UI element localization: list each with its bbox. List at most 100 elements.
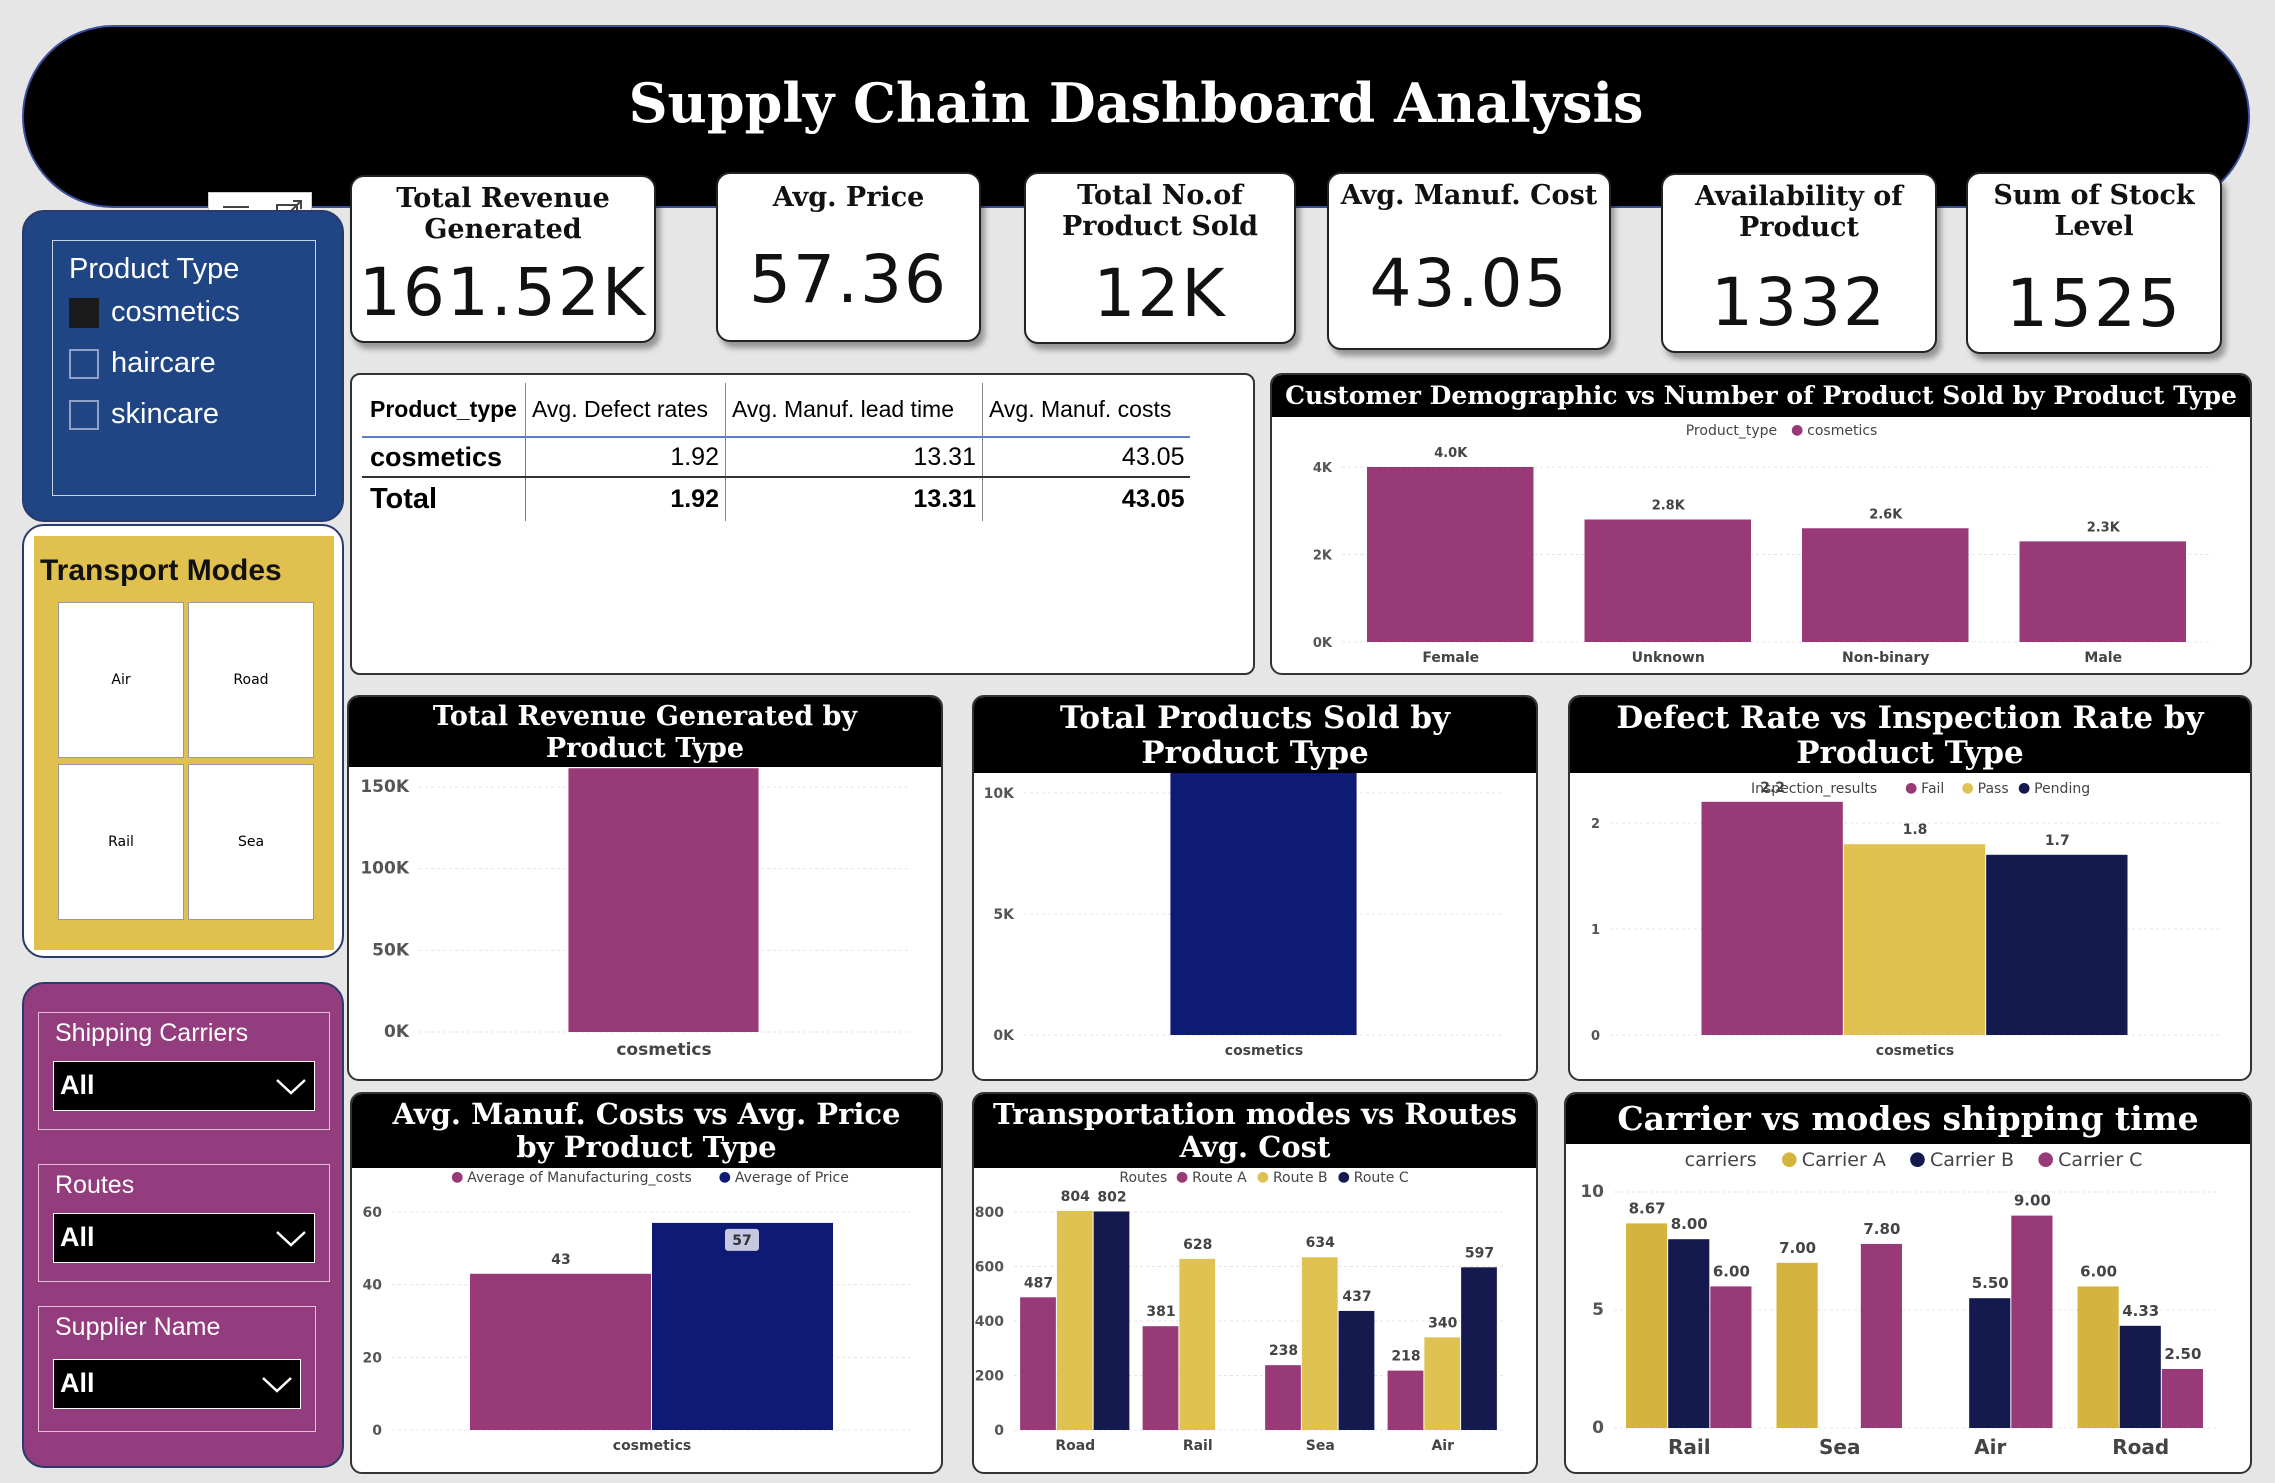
data-label: 9.00: [2014, 1192, 2051, 1210]
kpi-avg-price: Avg. Price 57.36: [716, 172, 981, 342]
data-label: 8.67: [1629, 1199, 1666, 1217]
y-tick-label: 600: [975, 1260, 1004, 1276]
data-label: 5.50: [1972, 1274, 2009, 1292]
data-label: 1.8: [1903, 822, 1928, 838]
legend-entry: Carrier B: [1930, 1149, 2014, 1171]
slicer-item-skincare[interactable]: skincare: [69, 398, 315, 431]
y-tick-label: 5K: [993, 907, 1015, 923]
tile-rail[interactable]: Rail: [58, 764, 184, 920]
legend-marker: [1905, 782, 1917, 794]
x-category-label: cosmetics: [613, 1438, 691, 1454]
tile-label: Air: [111, 672, 131, 688]
chart-bar: [1584, 519, 1751, 642]
supplier-name-dropdown[interactable]: All: [53, 1359, 301, 1409]
legend-marker: [1338, 1171, 1350, 1183]
dropdown-value: All: [60, 1368, 95, 1398]
chart-bar: [1710, 1286, 1752, 1428]
legend-entry: Average of Manufacturing_costs: [467, 1170, 692, 1186]
kpi-label: Avg. Manuf. Cost: [1340, 180, 1598, 211]
data-label: 2.2: [1760, 780, 1785, 796]
slicer-item-cosmetics[interactable]: cosmetics: [69, 296, 315, 329]
tile-label: Rail: [108, 834, 134, 850]
table-header[interactable]: Avg. Manuf. lead time: [725, 383, 983, 437]
data-label: 43: [551, 1252, 570, 1268]
x-category-label: cosmetics: [1225, 1043, 1303, 1059]
y-tick-label: 150K: [360, 777, 409, 797]
y-tick-label: 20: [363, 1350, 383, 1366]
slicer-item-label: haircare: [111, 347, 216, 379]
chart-bar: [1387, 1370, 1424, 1430]
kpi-label: Total No.of Product Sold: [1061, 180, 1258, 242]
chart-title: Carrier vs modes shipping time: [1566, 1094, 2250, 1144]
y-tick-label: 200: [975, 1369, 1004, 1385]
table-header[interactable]: Avg. Manuf. costs: [982, 383, 1191, 438]
legend-entry: cosmetics: [1807, 423, 1877, 439]
tile-road[interactable]: Road: [188, 602, 314, 758]
x-category-label: Rail: [1183, 1438, 1213, 1454]
chart-bar: [1301, 1257, 1338, 1430]
legend-marker: [1782, 1152, 1797, 1167]
data-label: 1.7: [2045, 833, 2070, 849]
y-tick-label: 100K: [360, 859, 409, 879]
chart-bar: [1170, 773, 1357, 1035]
x-category-label: Male: [2084, 650, 2122, 666]
x-category-label: Air: [1974, 1435, 2006, 1459]
x-category-label: Air: [1431, 1438, 1454, 1454]
x-category-label: Road: [2112, 1435, 2169, 1459]
demographic-chart: 0K 2K 4K Product_type cosmetics 4.0K Female 2.8…: [1313, 423, 2212, 666]
checkbox-checked-icon[interactable]: [69, 297, 99, 328]
table-cell: 13.31: [725, 436, 983, 477]
shipping-carriers-dropdown[interactable]: All: [53, 1061, 315, 1111]
legend-entry: Route A: [1192, 1170, 1247, 1186]
routes-dropdown[interactable]: All: [53, 1213, 315, 1263]
filter-label: Shipping Carriers: [55, 1019, 249, 1047]
y-tick-label: 0K: [384, 1022, 410, 1042]
data-label: 2.3K: [2087, 520, 2121, 535]
chart-bar: [1424, 1337, 1461, 1430]
chart-bar: [1142, 1326, 1179, 1430]
defect-rate-chart-card: Defect Rate vs Inspection Rate by Produc…: [1568, 695, 2252, 1081]
filter-label: Supplier Name: [55, 1313, 221, 1341]
carrier-shipping-chart: 0 5 10 carriers Carrier A Carrier B Carrier C 8…: [1580, 1149, 2216, 1459]
chart-bar: [568, 768, 759, 1032]
tile-air[interactable]: Air: [58, 602, 184, 758]
checkbox-icon[interactable]: [69, 399, 99, 430]
table-header[interactable]: Avg. Defect rates: [525, 383, 726, 437]
data-label: 4.33: [2122, 1302, 2159, 1320]
cost-price-chart-card: Avg. Manuf. Costs vs Avg. Price by Produ…: [350, 1092, 943, 1474]
legend-marker: [1176, 1171, 1188, 1183]
checkbox-icon[interactable]: [69, 348, 99, 379]
slicer-item-label: cosmetics: [111, 296, 240, 328]
legend-entry: Pending: [2034, 781, 2090, 797]
legend-entry: Route C: [1354, 1170, 1409, 1186]
filters-panel: Shipping Carriers All Routes All Supplie…: [22, 982, 344, 1468]
chart-title: Transportation modes vs Routes Avg. Cost: [974, 1094, 1536, 1168]
chart-bar: [1969, 1298, 2011, 1428]
chart-bar: [1338, 1310, 1375, 1430]
dropdown-value: All: [60, 1222, 95, 1252]
slicer-item-haircare[interactable]: haircare: [69, 347, 315, 380]
chart-bar: [1701, 801, 1843, 1035]
data-label: 238: [1269, 1343, 1298, 1359]
table-row[interactable]: cosmetics 1.92 13.31 43.05: [362, 436, 1191, 477]
table-cell: Total: [362, 477, 526, 521]
kpi-value: 161.52K: [358, 254, 648, 331]
legend-marker: [1257, 1171, 1269, 1183]
chart-bar: [2119, 1325, 2161, 1428]
table-header[interactable]: Product_type: [362, 383, 526, 437]
data-label: 634: [1306, 1235, 1335, 1251]
chart-bar: [652, 1222, 833, 1430]
legend-entry: Fail: [1921, 781, 1944, 797]
x-category-label: Road: [1055, 1438, 1095, 1454]
chevron-down-icon: [276, 1231, 306, 1247]
defect-rate-chart: 012Inspection_results Fail Pass Pending2.21…: [1591, 780, 2220, 1059]
table-cell: 1.92: [525, 436, 726, 477]
legend-marker: [1791, 424, 1803, 436]
data-label: 57: [732, 1233, 751, 1249]
tile-sea[interactable]: Sea: [188, 764, 314, 920]
kpi-availability: Availability of Product 1332: [1661, 173, 1937, 353]
filter-routes: Routes All: [38, 1164, 330, 1282]
product-type-slicer: Product Type cosmetics haircare skincare: [52, 240, 316, 496]
data-label: 4.0K: [1434, 446, 1468, 461]
chart-bar: [1093, 1211, 1130, 1430]
